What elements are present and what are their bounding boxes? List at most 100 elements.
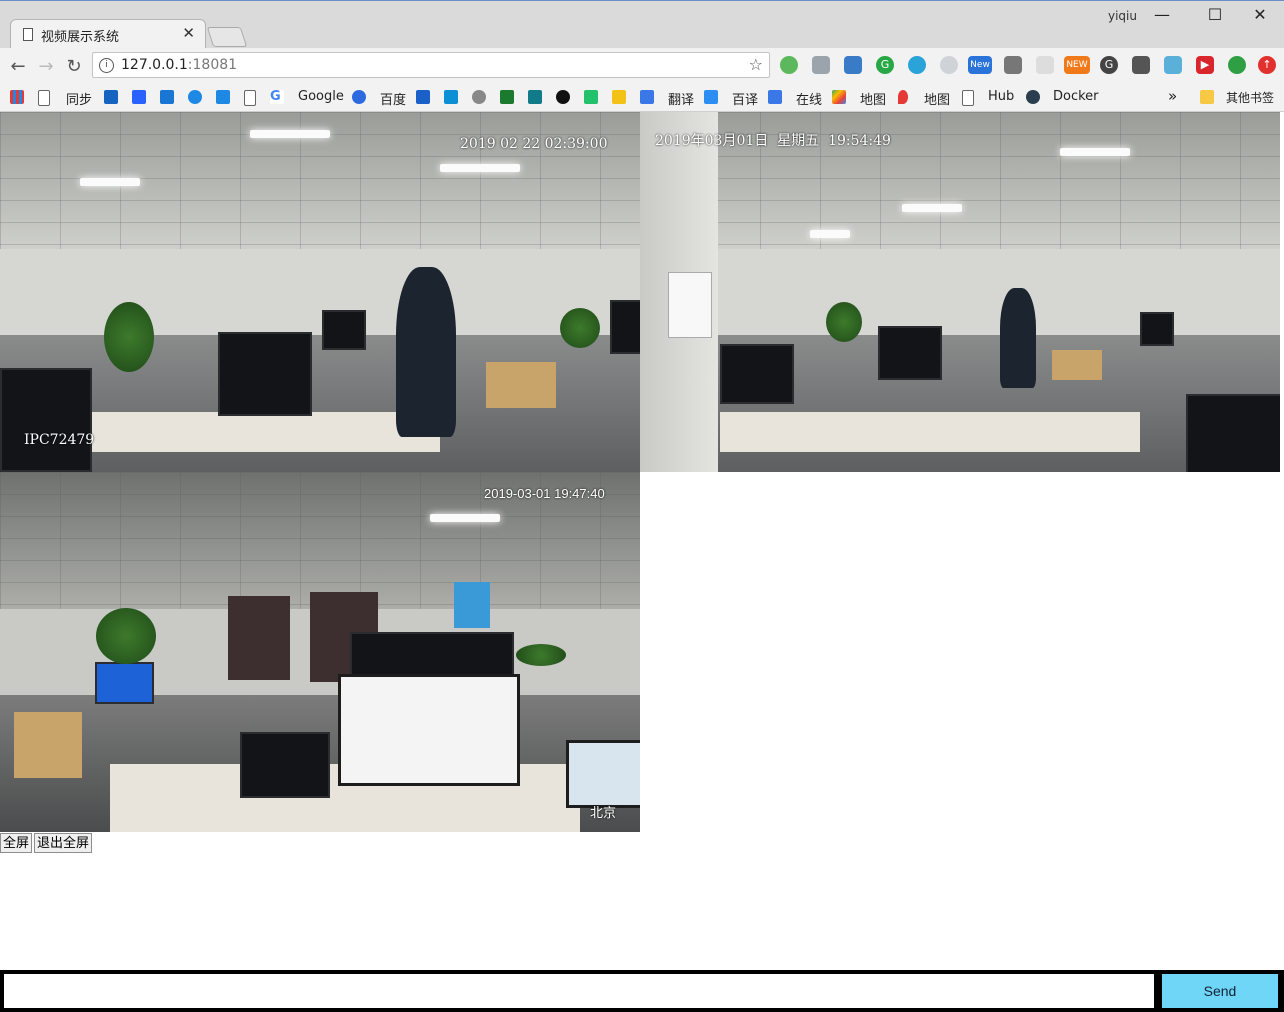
docker-icon xyxy=(1026,90,1040,104)
ceiling-light xyxy=(250,130,330,138)
close-tab-icon[interactable]: ✕ xyxy=(182,24,195,42)
bookmark-map-2[interactable]: 地图 xyxy=(924,89,950,108)
circle-extension-icon[interactable] xyxy=(908,56,926,74)
maximize-icon[interactable]: ☐ xyxy=(1205,5,1225,24)
cursor-extension-icon[interactable] xyxy=(1036,56,1054,74)
blue-extension-icon[interactable] xyxy=(844,56,862,74)
forward-icon[interactable]: → xyxy=(36,56,56,77)
translate-icon xyxy=(768,90,782,104)
wall-photo xyxy=(668,272,712,338)
flag-extension-icon[interactable] xyxy=(1004,56,1022,74)
apple-bookmark-icon[interactable] xyxy=(472,90,486,104)
bookmark-baiyi[interactable]: 百译 xyxy=(732,89,758,108)
github-icon[interactable] xyxy=(556,90,570,104)
evernote-icon[interactable] xyxy=(1228,56,1246,74)
new-tab-button[interactable] xyxy=(206,27,248,47)
more-bookmarks-chevron[interactable]: » xyxy=(1168,87,1177,105)
plant xyxy=(516,644,566,666)
reload-icon[interactable]: ↻ xyxy=(64,56,84,77)
plant xyxy=(96,608,156,664)
other-bookmarks[interactable]: 其他书签 xyxy=(1226,89,1274,106)
person xyxy=(1000,288,1036,388)
bookmark-translate[interactable]: 翻译 xyxy=(668,89,694,108)
bookmark-sync[interactable]: 同步 xyxy=(66,89,92,108)
page-icon xyxy=(244,90,256,106)
url-text: 127.0.0.1:18081 xyxy=(121,57,238,73)
maps-icon xyxy=(832,90,846,104)
flask-bookmark-icon[interactable] xyxy=(160,90,174,104)
crown-bookmark-icon[interactable] xyxy=(612,90,626,104)
megaphone-icon[interactable] xyxy=(1132,56,1150,74)
camera-name: IPC72479 xyxy=(24,432,95,448)
monitor xyxy=(338,674,520,786)
bing-bookmark-icon[interactable] xyxy=(528,90,542,104)
video-feed-3[interactable]: 2019-03-01 19:47:40 北京 xyxy=(0,472,640,832)
new-orange-extension-icon[interactable]: NEW xyxy=(1064,56,1090,74)
tab-title: 视频展示系统 xyxy=(41,30,120,45)
send-button[interactable]: Send xyxy=(1162,974,1278,1008)
camera-location: 北京 xyxy=(590,806,617,821)
play-store-icon[interactable] xyxy=(584,90,598,104)
bookmark-online[interactable]: 在线 xyxy=(796,89,822,108)
one-bookmark-icon[interactable] xyxy=(416,90,430,104)
camera-timestamp: 2019 02 22 02:39:00 xyxy=(460,136,608,152)
chat-bar: Send xyxy=(0,970,1284,1012)
browser-toolbar: ← → ↻ i 127.0.0.1:18081 ☆ G New NEW G ▶ … xyxy=(0,48,1284,84)
ceiling-light xyxy=(440,164,520,172)
bookmark-google[interactable]: Google xyxy=(298,89,344,104)
ceiling-light xyxy=(902,204,962,212)
onenote-bookmark-icon[interactable] xyxy=(444,90,458,104)
grammarly-icon[interactable]: G xyxy=(876,56,894,74)
laptop xyxy=(566,740,640,808)
back-icon[interactable]: ← xyxy=(8,56,28,77)
map-pin-icon xyxy=(898,90,908,104)
monitor xyxy=(610,300,640,354)
baidu-icon xyxy=(352,90,366,104)
address-bar[interactable]: i 127.0.0.1:18081 ☆ xyxy=(92,52,770,78)
ceiling-light xyxy=(810,230,850,238)
profile-name[interactable]: yiqiu xyxy=(1108,9,1137,23)
apps-icon[interactable] xyxy=(10,90,24,104)
bookmark-star-icon[interactable]: ☆ xyxy=(749,55,763,74)
camera-timestamp: 2019-03-01 19:47:40 xyxy=(484,486,605,501)
message-input[interactable] xyxy=(4,974,1154,1008)
fullscreen-button[interactable]: 全屏 xyxy=(0,833,33,853)
bookmark-map[interactable]: 地图 xyxy=(860,89,886,108)
bookmark-baidu[interactable]: 百度 xyxy=(380,89,406,108)
green-extension-icon[interactable] xyxy=(780,56,798,74)
video-feed-2[interactable]: 2019年03月01日 星期五 19:54:49 xyxy=(640,112,1280,472)
monitor xyxy=(720,344,794,404)
play-extension-icon[interactable]: ▶ xyxy=(1196,56,1214,74)
minimize-icon[interactable]: — xyxy=(1152,5,1172,24)
upload-extension-icon[interactable]: ↑ xyxy=(1258,56,1276,74)
plant xyxy=(104,302,154,372)
ghost-extension-icon[interactable] xyxy=(940,56,958,74)
ceiling-light xyxy=(430,514,500,522)
history-bookmark-icon[interactable] xyxy=(188,90,202,104)
cardboard-box xyxy=(14,712,82,778)
new-badge-extension-icon[interactable]: New xyxy=(968,56,992,74)
video-feed-1[interactable]: 2019 02 22 02:39:00 IPC72479 xyxy=(0,112,640,472)
g-extension-icon[interactable]: G xyxy=(1100,56,1118,74)
cardboard-box xyxy=(1052,350,1102,380)
cube-extension-icon[interactable] xyxy=(1164,56,1182,74)
close-window-icon[interactable]: ✕ xyxy=(1250,5,1270,24)
star-bookmark-icon[interactable] xyxy=(104,90,118,104)
gray-extension-icon[interactable] xyxy=(812,56,830,74)
translate-icon xyxy=(704,90,718,104)
site-info-icon[interactable]: i xyxy=(99,58,114,73)
exit-fullscreen-button[interactable]: 退出全屏 xyxy=(34,833,93,853)
ceiling-light xyxy=(80,178,140,186)
bookmark-docker[interactable]: Docker xyxy=(1053,89,1099,104)
puzzle-bookmark-icon[interactable] xyxy=(132,90,146,104)
bookmark-hub[interactable]: Hub xyxy=(988,89,1014,104)
browser-tab[interactable]: 视频展示系统 ✕ xyxy=(10,19,206,49)
download-bookmark-icon[interactable] xyxy=(216,90,230,104)
monitor xyxy=(218,332,312,416)
page-icon xyxy=(23,28,33,41)
person xyxy=(396,267,456,437)
green-bookmark-icon[interactable] xyxy=(500,90,514,104)
plant xyxy=(560,308,600,348)
window-titlebar: 视频展示系统 ✕ yiqiu — ☐ ✕ xyxy=(0,0,1284,49)
cardboard-box xyxy=(486,362,556,408)
